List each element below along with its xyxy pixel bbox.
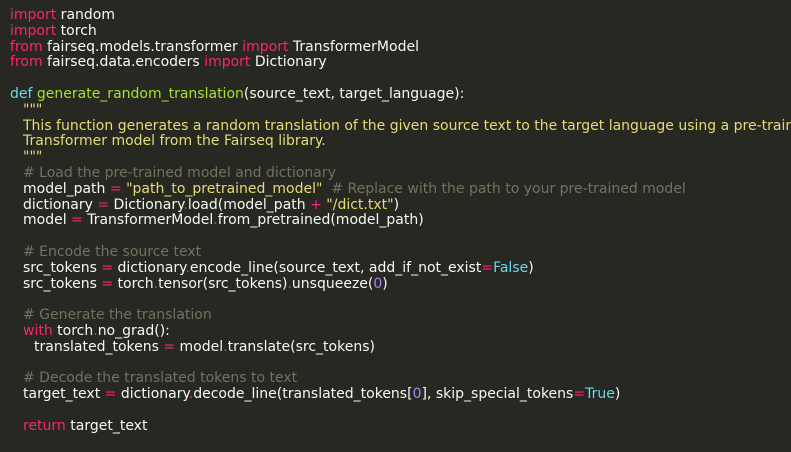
code-text: random xyxy=(56,8,115,23)
code-line: def generate_random_translation(source_t… xyxy=(10,87,791,103)
code-text: load(model_path xyxy=(187,197,311,213)
comment: # Decode the translated tokens to text xyxy=(23,371,298,387)
operator: = xyxy=(71,213,83,229)
keyword: from xyxy=(10,55,43,71)
code-text: dictionary xyxy=(113,260,186,276)
code-line: src_tokens = dictionary.encode_line(sour… xyxy=(10,261,791,277)
code-line: # Decode the translated tokens to text xyxy=(10,371,791,387)
operator: = xyxy=(481,260,494,276)
comment: # Generate the translation xyxy=(23,308,212,324)
code-line: # Encode the source text xyxy=(10,245,791,261)
keyword: return xyxy=(23,418,66,434)
code-line: This function generates a random transla… xyxy=(10,119,791,135)
operator: = xyxy=(104,387,117,403)
operator: = xyxy=(109,181,122,197)
code-text: ) xyxy=(393,197,400,213)
comment: # Encode the source text xyxy=(23,244,202,260)
code-line: model_path = "path_to_pretrained_model" … xyxy=(10,182,791,198)
code-text: from_pretrained(model_path) xyxy=(217,213,424,229)
operator: + xyxy=(310,197,322,213)
code-text: tensor(src_tokens) xyxy=(158,276,288,292)
code-text: ], skip_special_tokens xyxy=(421,387,574,403)
code-line: """ xyxy=(10,103,791,119)
comment: # Load the pre-trained model and diction… xyxy=(23,165,336,181)
code-text: ) xyxy=(382,276,388,292)
code-text: Dictionary xyxy=(250,55,327,71)
code-line: from fairseq.data.encoders import Dictio… xyxy=(10,55,791,71)
number: 0 xyxy=(412,387,422,403)
keyword: with xyxy=(23,323,53,339)
code-editor[interactable]: import random import torch from fairseq.… xyxy=(0,0,791,452)
code-text: target_text xyxy=(65,418,148,434)
operator: = xyxy=(101,260,114,276)
docstring: This function generates a random transla… xyxy=(23,118,791,134)
keyword: import xyxy=(204,55,251,71)
code-text: TransformerModel xyxy=(288,39,419,55)
code-text: Dictionary xyxy=(109,197,184,213)
builtin-constant: True xyxy=(585,387,615,403)
code-text: (source_text, target_language): xyxy=(243,86,465,102)
code-text: torch xyxy=(113,276,154,292)
code-line: model = TransformerModel.from_pretrained… xyxy=(10,213,791,229)
code-text: target_text xyxy=(23,387,105,403)
code-text: no_grad(): xyxy=(97,323,170,339)
def-keyword: def xyxy=(10,86,33,102)
function-name: generate_random_translation xyxy=(32,86,244,102)
code-text: fairseq.models.transformer xyxy=(42,39,243,55)
code-text: torch xyxy=(52,323,94,339)
operator: = xyxy=(101,276,114,292)
keyword: import xyxy=(242,39,289,55)
code-text: fairseq.data.encoders xyxy=(42,55,205,71)
builtin-constant: False xyxy=(493,260,529,276)
keyword: import xyxy=(10,23,57,39)
operator: = xyxy=(163,339,176,355)
code-text: TransformerModel xyxy=(82,213,214,229)
code-text: model xyxy=(175,339,224,355)
code-text: translate(src_tokens) xyxy=(227,339,375,355)
code-text: dictionary xyxy=(23,197,98,213)
code-text: src_tokens xyxy=(23,260,102,276)
code-text: model xyxy=(23,213,72,229)
comment: # Replace with the path to your pre-trai… xyxy=(331,181,686,197)
code-line: # Generate the translation xyxy=(10,308,791,324)
code-text: model_path xyxy=(23,181,110,197)
docstring: """ xyxy=(23,150,43,166)
code-text: torch xyxy=(56,23,97,39)
code-text: ) xyxy=(614,387,621,403)
code-line: import random xyxy=(10,8,791,24)
code-line: return target_text xyxy=(10,419,791,435)
code-text: src_tokens xyxy=(23,276,102,292)
code-text: encode_line(source_text, add_if_not_exis… xyxy=(189,260,482,276)
string: "/dict.txt" xyxy=(326,197,394,213)
docstring: Transformer model from the Fairseq libra… xyxy=(23,134,326,150)
operator: = xyxy=(97,197,110,213)
code-text: unsqueeze( xyxy=(291,276,374,292)
code-line: target_text = dictionary.decode_line(tra… xyxy=(10,387,791,403)
operator: = xyxy=(573,387,586,403)
code-line: translated_tokens = model.translate(src_… xyxy=(10,340,791,356)
code-line: import torch xyxy=(10,24,791,40)
keyword: import xyxy=(10,8,57,23)
code-line: # Load the pre-trained model and diction… xyxy=(10,166,791,182)
code-line: """ xyxy=(10,150,791,166)
code-text: decode_line(translated_tokens[ xyxy=(193,387,413,403)
code-line: with torch.no_grad(): xyxy=(10,324,791,340)
code-line: dictionary = Dictionary.load(model_path … xyxy=(10,198,791,214)
code-line: src_tokens = torch.tensor(src_tokens).un… xyxy=(10,277,791,293)
keyword: from xyxy=(10,39,43,55)
code-text: translated_tokens xyxy=(34,339,164,355)
docstring: """ xyxy=(23,102,43,118)
code-line: from fairseq.models.transformer import T… xyxy=(10,40,791,56)
number: 0 xyxy=(373,276,383,292)
code-text: dictionary xyxy=(116,387,189,403)
code-text: ) xyxy=(528,260,534,276)
string: "path_to_pretrained_model" xyxy=(126,181,323,197)
code-line: Transformer model from the Fairseq libra… xyxy=(10,134,791,150)
